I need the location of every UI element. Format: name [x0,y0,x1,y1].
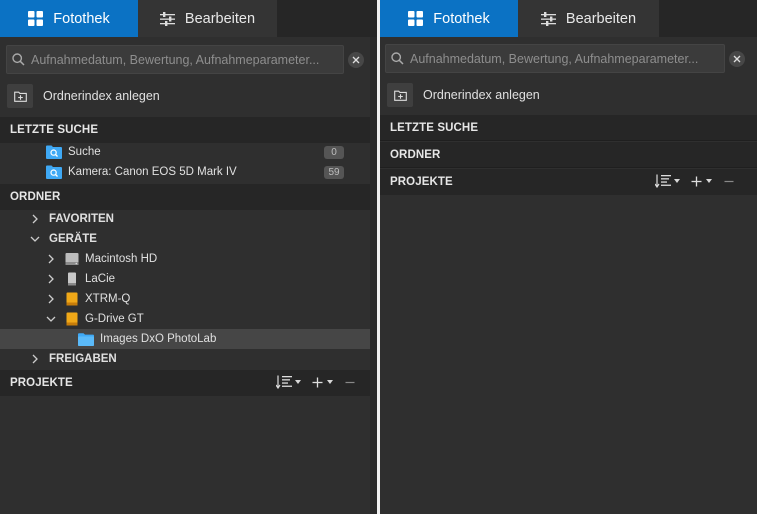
library-panel-expanded: Fotothek Bearbeiten Ordnerindex anlegen … [0,0,377,514]
clear-search-button[interactable] [729,51,745,67]
grid-icon [28,11,44,26]
section-recent-search[interactable]: LETZTE SUCHE [0,117,377,143]
projects-toolbar [276,375,355,389]
chevron-right-icon[interactable] [46,274,56,284]
sort-button[interactable] [655,174,680,188]
tab-library-label: Fotothek [433,10,490,27]
search-field[interactable] [6,45,344,74]
add-folder-icon [393,90,407,101]
minus-icon [724,180,734,182]
add-project-button[interactable] [691,176,712,187]
chevron-down-icon[interactable] [30,236,40,242]
create-folder-index-label[interactable]: Ordnerindex anlegen [43,89,160,103]
drive-label: Macintosh HD [85,253,158,265]
external-disk-icon [65,272,79,286]
remove-project-button[interactable] [345,377,355,388]
usb-drive-icon [65,312,79,326]
chevron-right-icon[interactable] [30,354,40,364]
folder-group-label: GERÄTE [49,233,97,245]
drive-item[interactable]: LaCie [0,269,377,289]
folder-group-label: FREIGABEN [49,353,117,365]
section-projects-label: PROJEKTE [390,176,453,188]
clear-search-button[interactable] [348,52,364,68]
tab-library-label: Fotothek [53,10,110,27]
add-folder-icon [13,91,27,102]
sliders-icon [159,11,175,26]
sort-icon [276,375,292,389]
smart-folder-icon [46,145,62,159]
remove-project-button[interactable] [724,176,734,187]
tab-edit-label: Bearbeiten [565,10,637,27]
tab-bar: Fotothek Bearbeiten [0,0,377,37]
chevron-down-icon[interactable] [46,316,56,322]
drive-label: G-Drive GT [85,313,144,325]
plus-icon [691,176,702,186]
folder-label: Images DxO PhotoLab [100,333,217,345]
section-folders[interactable]: ORDNER [380,142,757,168]
caret-down-icon [327,380,333,384]
folder-icon [78,332,94,346]
projects-toolbar [655,174,734,188]
sort-icon [655,174,671,188]
tab-edit[interactable]: Bearbeiten [138,0,277,37]
search-input[interactable] [410,51,724,66]
drive-item[interactable]: Macintosh HD [0,249,377,269]
grid-icon [408,11,424,26]
chevron-right-icon[interactable] [46,254,56,264]
folder-group-label: FAVORITEN [49,213,114,225]
sliders-icon [540,11,556,26]
search-icon [12,53,25,66]
plus-icon [312,377,323,387]
library-panel-collapsed: Fotothek Bearbeiten Ordnerindex anlegen … [380,0,757,514]
result-count-badge: 59 [324,165,344,179]
minus-icon [345,381,355,383]
create-folder-index-label[interactable]: Ordnerindex anlegen [423,88,540,102]
section-projects-label: PROJEKTE [10,377,73,389]
chevron-right-icon[interactable] [46,294,56,304]
close-icon [352,56,360,64]
search-field[interactable] [385,44,725,73]
add-project-button[interactable] [312,377,333,388]
usb-drive-icon [65,292,79,306]
folder-item-selected[interactable]: Images DxO PhotoLab [0,329,370,349]
internal-disk-icon [65,252,79,266]
close-icon [733,55,741,63]
tab-edit[interactable]: Bearbeiten [518,0,659,37]
drive-label: LaCie [85,273,116,285]
scrollbar-track[interactable] [370,37,377,514]
section-recent-search[interactable]: LETZTE SUCHE [380,115,757,141]
drive-item[interactable]: G-Drive GT [0,309,377,329]
drive-label: XTRM-Q [85,293,131,305]
sort-button[interactable] [276,375,301,389]
create-folder-index-button[interactable] [7,84,33,108]
chevron-right-icon[interactable] [30,214,40,224]
section-folders[interactable]: ORDNER [0,184,377,210]
caret-down-icon [706,179,712,183]
caret-down-icon [674,179,680,183]
tab-library[interactable]: Fotothek [380,0,518,37]
recent-search-label: Suche [68,146,101,158]
tab-bar: Fotothek Bearbeiten [380,0,757,37]
folder-group-devices[interactable]: GERÄTE [0,229,377,249]
tab-edit-label: Bearbeiten [184,10,256,27]
folder-group-shares[interactable]: FREIGABEN [0,349,377,369]
drive-item[interactable]: XTRM-Q [0,289,377,309]
recent-search-item[interactable]: Kamera: Canon EOS 5D Mark IV 59 [0,162,377,182]
result-count-badge: 0 [324,145,344,159]
caret-down-icon [295,380,301,384]
recent-search-item[interactable]: Suche 0 [0,142,377,162]
create-folder-index-button[interactable] [387,83,413,107]
tab-library[interactable]: Fotothek [0,0,138,37]
search-icon [391,52,404,65]
smart-folder-icon [46,165,62,179]
recent-search-label: Kamera: Canon EOS 5D Mark IV [68,166,237,178]
search-input[interactable] [31,52,343,67]
folder-group-favorites[interactable]: FAVORITEN [0,209,377,229]
